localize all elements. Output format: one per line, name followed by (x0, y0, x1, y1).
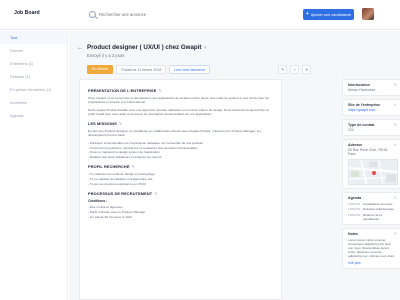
agenda-text: Entretien téléphonique (363, 207, 394, 211)
pencil-icon[interactable]: ✎ (394, 232, 397, 236)
section-company: PRÉSENTATION DE L'ENTREPRISE ✎ Chez Gwapi… (88, 88, 273, 116)
pencil-icon[interactable]: ✎ (394, 83, 397, 87)
map-image (349, 160, 397, 184)
notes-label: Notes (348, 231, 358, 236)
website-link[interactable]: https://gwapit.com (348, 108, 396, 112)
main-content: ← Product designer ( UX/UI ) chez Gwapit… (69, 31, 400, 300)
star-icon[interactable]: ☆ (290, 65, 300, 74)
edit-icon[interactable]: ✎ (278, 65, 288, 74)
list-item: - Tu maîtrises les outils de design et p… (88, 172, 155, 177)
address-card: Adresse 65 Rue René Clair, 75018, Paris … (342, 139, 400, 189)
search-bar[interactable] (89, 10, 199, 19)
list-item: - Tu as une première expérience en UX/UI (88, 182, 146, 187)
paragraph: Notre équipe Produit travaille avec une … (88, 107, 270, 116)
avatar[interactable] (362, 8, 374, 20)
list-item: - Être motivé et rigoureux (88, 205, 123, 210)
section-profile: PROFIL RECHERCHÉ ✎ - Tu maîtrises les out… (88, 164, 273, 186)
contract-label: Type de contrat (348, 123, 375, 127)
sidebar-item-interview-phase[interactable]: En phase d'entretien (1) (0, 83, 67, 96)
job-title: Product designer ( UX/UI ) chez Gwapit (87, 44, 202, 51)
list-item: - Concevoir les parcours, wireframes et … (88, 145, 198, 150)
agenda-row: 15/02/19 Relance de la candidature (348, 213, 396, 221)
sidebar-item-archived[interactable]: Archivées (0, 96, 67, 109)
offer-link[interactable]: Lien vers l'annonce (169, 65, 211, 74)
website-card: Site de l'entreprise https://gwapit.com … (342, 99, 400, 116)
app-window: Job Board + Ajouter une candidature Tout… (0, 0, 400, 300)
add-application-label: Ajouter une candidature (310, 12, 352, 17)
website-label: Site de l'entreprise (348, 103, 381, 107)
side-panel: Interlocuteur Marion Faubrasse ✎ Site de… (342, 79, 400, 272)
agenda-date: 12/02/19 (348, 201, 361, 206)
sidebar-item-agenda[interactable]: Agenda (0, 109, 67, 122)
brand-logo[interactable]: Job Board (14, 10, 40, 16)
search-icon (89, 11, 96, 18)
agenda-text: Relance de la candidature (363, 212, 382, 221)
trash-icon[interactable]: ✕ (302, 65, 312, 74)
notes-more-link[interactable]: Voir plus (348, 261, 396, 265)
contact-card: Interlocuteur Marion Faubrasse ✎ (342, 79, 400, 96)
pencil-icon[interactable]: ✎ (394, 103, 397, 107)
section-missions: LES MISSIONS ✎ En tant que Product design… (88, 121, 273, 159)
sent-date: Envoyé il y a 2 jours (87, 53, 125, 58)
pencil-icon[interactable]: ✎ (132, 164, 135, 169)
agenda-text: Candidature envoyée (363, 201, 393, 206)
list-item: - Tu es capable de t'adapter et d'appren… (88, 177, 153, 182)
subheading: Conditions : (88, 199, 108, 204)
list-item: - Participer à l'amélioration de l'expér… (88, 140, 203, 145)
pencil-icon[interactable]: ✎ (158, 88, 161, 93)
list-item: - Un call de 30 min avec le CEO (88, 214, 133, 219)
section-heading: PROCESSUS DE RECRUTEMENT (88, 191, 153, 197)
section-heading: LES MISSIONS (88, 121, 117, 127)
contract-value: CDI (348, 128, 354, 132)
sidebar-item-favorites[interactable]: Favoris (0, 44, 67, 57)
contact-value: Marion Faubrasse (348, 88, 376, 92)
list-item: - Réaliser des tests utilisateurs et ana… (88, 155, 162, 160)
sidebar-item-interviews[interactable]: Entretiens (1) (0, 57, 67, 70)
notes-card: Notes ✎ Lorem ipsum dolor sit amet, cons… (342, 227, 400, 269)
posted-date: Posted le 12 février 2019 (116, 65, 167, 74)
contract-card: Type de contrat CDI ✎ (342, 119, 400, 136)
agenda-row: 13/02/19 Entretien téléphonique (348, 207, 396, 211)
paragraph: En tant que Product designer, tu travail… (88, 129, 261, 138)
contact-label: Interlocuteur (348, 83, 370, 87)
status-row: En attente Posted le 12 février 2019 Lie… (87, 65, 312, 74)
agenda-row: 12/02/19 Candidature envoyée (348, 202, 396, 206)
sidebar: Tout Favoris Entretiens (1) Refusés (1) … (0, 31, 68, 300)
pencil-icon[interactable]: ✎ (203, 45, 207, 50)
section-heading: PROFIL RECHERCHÉ (88, 164, 130, 170)
sidebar-item-all[interactable]: Tout (0, 31, 67, 44)
status-badge[interactable]: En attente (87, 65, 114, 74)
job-description-card: PRÉSENTATION DE L'ENTREPRISE ✎ Chez Gwapi… (79, 79, 282, 300)
plus-icon: + (305, 11, 309, 17)
agenda-card: Agenda ✎ 12/02/19 Candidature envoyée 13… (342, 192, 400, 225)
address-label: Adresse (348, 143, 363, 147)
pencil-icon[interactable]: ✎ (119, 121, 122, 126)
pencil-icon[interactable]: ✎ (394, 143, 397, 147)
arrow-left-icon[interactable]: ← (77, 45, 83, 51)
list-item: - Partir entretien avec le Product Manag… (88, 210, 146, 215)
section-heading: PRÉSENTATION DE L'ENTREPRISE (88, 88, 157, 93)
page-title: Product designer ( UX/UI ) chez Gwapit ✎ (87, 44, 207, 51)
add-application-button[interactable]: + Ajouter une candidature (303, 9, 354, 20)
list-item: - Créer et maintenir le design system de… (88, 150, 160, 155)
section-process: PROCESSUS DE RECRUTEMENT ✎ Conditions : -… (88, 191, 273, 219)
notes-text: Lorem ipsum dolor sit amet, consectetur … (348, 237, 395, 259)
pencil-icon[interactable]: ✎ (154, 191, 157, 196)
agenda-date: 15/02/19 (348, 212, 361, 217)
address-value: 65 Rue René Clair, 75018, Paris (348, 148, 388, 156)
pencil-icon[interactable]: ✎ (394, 123, 397, 127)
agenda-label: Agenda (348, 196, 362, 200)
map-thumbnail[interactable] (348, 159, 398, 185)
paragraph: Chez Gwapit, nous concevons et développo… (88, 96, 270, 105)
search-input[interactable] (99, 12, 199, 17)
pencil-icon[interactable]: ✎ (394, 196, 397, 200)
agenda-date: 13/02/19 (348, 207, 361, 211)
top-bar: Job Board + Ajouter une candidature (0, 0, 400, 30)
sidebar-item-refused[interactable]: Refusés (1) (0, 70, 67, 83)
